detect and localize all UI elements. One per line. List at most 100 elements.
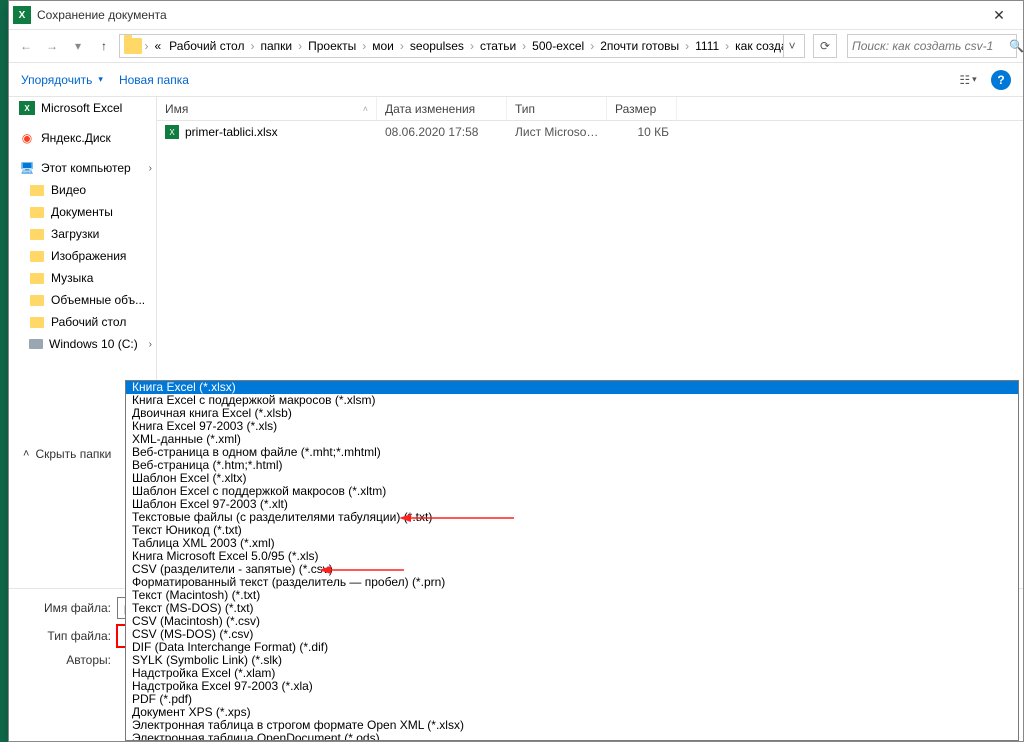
forward-button[interactable]: → — [41, 35, 63, 57]
chevron-right-icon: › — [360, 39, 368, 53]
sidebar-item-label: Музыка — [51, 271, 93, 285]
breadcrumb-segment[interactable]: как создать csv-1 — [731, 39, 783, 53]
authors-label: Авторы: — [9, 653, 117, 667]
folder-icon — [124, 38, 142, 54]
breadcrumb-segment[interactable]: seopulses — [406, 39, 468, 53]
filetype-option[interactable]: Книга Excel 97-2003 (*.xls) — [126, 420, 1018, 433]
sidebar-item[interactable]: 🖥 Этот компьютер › — [9, 157, 156, 179]
file-row[interactable]: Xprimer-tablici.xlsx 08.06.2020 17:58Лист… — [157, 121, 1023, 143]
filetype-option[interactable]: CSV (Macintosh) (*.csv) — [126, 615, 1018, 628]
excel-app-icon: X — [13, 6, 31, 24]
sidebar-item[interactable]: Музыка — [9, 267, 156, 289]
up-button[interactable]: ↑ — [93, 35, 115, 57]
excel-icon: X — [19, 101, 35, 115]
search-input[interactable] — [852, 39, 1009, 53]
breadcrumb[interactable]: › « Рабочий стол›папки›Проекты›мои›seopu… — [119, 34, 805, 58]
xlsx-icon: X — [165, 125, 179, 139]
chevron-right-icon: › — [142, 39, 150, 53]
filename-label: Имя файла: — [9, 601, 117, 615]
filetype-option[interactable]: Текст (Macintosh) (*.txt) — [126, 589, 1018, 602]
file-name: primer-tablici.xlsx — [185, 125, 278, 139]
sidebar-item[interactable]: X Microsoft Excel — [9, 97, 156, 119]
sidebar-item-label: Загрузки — [51, 227, 99, 241]
back-button[interactable]: ← — [15, 35, 37, 57]
breadcrumb-segment[interactable]: папки — [256, 39, 296, 53]
sidebar-item[interactable]: Windows 10 (C:) › — [9, 333, 156, 355]
breadcrumb-segment[interactable]: Проекты — [304, 39, 360, 53]
view-mode-button[interactable]: ☷ — [955, 69, 981, 91]
filetype-option[interactable]: Текстовые файлы (с разделителями табуляц… — [126, 511, 1018, 524]
breadcrumb-dropdown[interactable]: ˅ — [783, 35, 800, 57]
col-name[interactable]: Имя˄ — [157, 97, 377, 120]
breadcrumb-segment[interactable]: 500-excel — [528, 39, 588, 53]
col-size[interactable]: Размер — [607, 97, 677, 120]
file-type: Лист Microsoft Ex... — [507, 125, 607, 139]
sidebar-item[interactable]: Загрузки — [9, 223, 156, 245]
chevron-right-icon: › — [588, 39, 596, 53]
fold-icon — [29, 315, 45, 329]
chevron-right-icon: › — [248, 39, 256, 53]
file-size: 10 КБ — [607, 125, 677, 139]
chevron-right-icon: › — [398, 39, 406, 53]
help-button[interactable]: ? — [991, 70, 1011, 90]
sidebar-item-label: Объемные объ... — [51, 293, 145, 307]
hide-folders-button[interactable]: Скрыть папки — [23, 447, 111, 461]
filetype-option[interactable]: Электронная таблица OpenDocument (*.ods) — [126, 732, 1018, 741]
sidebar-item-label: Microsoft Excel — [41, 101, 122, 115]
fold-icon — [29, 227, 45, 241]
col-date[interactable]: Дата изменения — [377, 97, 507, 120]
breadcrumb-segment[interactable]: 1111 — [691, 39, 723, 53]
filetype-option[interactable]: PDF (*.pdf) — [126, 693, 1018, 706]
filetype-option[interactable]: Веб-страница (*.htm;*.html) — [126, 459, 1018, 472]
toolbar: Упорядочить Новая папка ☷ ? — [9, 63, 1023, 97]
sidebar-item-label: Видео — [51, 183, 86, 197]
breadcrumb-segment[interactable]: статьи — [476, 39, 520, 53]
sidebar-item-label: Рабочий стол — [51, 315, 126, 329]
sidebar-item[interactable]: Видео — [9, 179, 156, 201]
col-type[interactable]: Тип — [507, 97, 607, 120]
refresh-button[interactable]: ⟳ — [813, 34, 837, 58]
fold-icon — [29, 205, 45, 219]
close-button[interactable]: ✕ — [979, 1, 1019, 29]
sidebar-item-label: Яндекс.Диск — [41, 131, 111, 145]
fold-icon — [29, 183, 45, 197]
fold-icon — [29, 271, 45, 285]
new-folder-button[interactable]: Новая папка — [119, 73, 189, 87]
breadcrumb-overflow[interactable]: « — [150, 39, 165, 53]
titlebar: X Сохранение документа ✕ — [9, 1, 1023, 29]
search-icon: 🔍 — [1009, 39, 1024, 53]
sidebar-item-label: Этот компьютер — [41, 161, 131, 175]
sidebar-item-label: Windows 10 (C:) — [49, 337, 138, 351]
pc-icon: 🖥 — [19, 161, 35, 175]
sidebar-item[interactable]: Объемные объ... — [9, 289, 156, 311]
sidebar-item[interactable]: Рабочий стол — [9, 311, 156, 333]
sidebar-item-label: Документы — [51, 205, 113, 219]
filetype-label: Тип файла: — [9, 629, 117, 643]
drive-icon — [29, 339, 43, 349]
file-date: 08.06.2020 17:58 — [377, 125, 507, 139]
chevron-right-icon: › — [723, 39, 731, 53]
breadcrumb-segment[interactable]: 2почти готовы — [596, 39, 683, 53]
sidebar-item[interactable]: Документы — [9, 201, 156, 223]
column-headers: Имя˄ Дата изменения Тип Размер — [157, 97, 1023, 121]
fold-icon — [29, 249, 45, 263]
expand-icon[interactable]: › — [149, 339, 152, 350]
sidebar-item[interactable]: ◉ Яндекс.Диск — [9, 127, 156, 149]
save-dialog: X Сохранение документа ✕ ← → ▾ ↑ › « Раб… — [8, 0, 1024, 742]
breadcrumb-segment[interactable]: мои — [368, 39, 398, 53]
sidebar-item[interactable]: Изображения — [9, 245, 156, 267]
chevron-right-icon: › — [296, 39, 304, 53]
sidebar-item-label: Изображения — [51, 249, 126, 263]
organize-button[interactable]: Упорядочить — [21, 73, 103, 87]
breadcrumb-segment[interactable]: Рабочий стол — [165, 39, 248, 53]
expand-icon[interactable]: › — [149, 163, 152, 174]
chevron-right-icon: › — [520, 39, 528, 53]
filetype-option[interactable]: Надстройка Excel 97-2003 (*.xla) — [126, 680, 1018, 693]
window-title: Сохранение документа — [37, 8, 979, 22]
chevron-right-icon: › — [683, 39, 691, 53]
fold-icon — [29, 293, 45, 307]
yadisk-icon: ◉ — [19, 131, 35, 145]
filetype-dropdown[interactable]: Книга Excel (*.xlsx)Книга Excel с поддер… — [125, 380, 1019, 741]
recent-button[interactable]: ▾ — [67, 35, 89, 57]
search-box[interactable]: 🔍 — [847, 34, 1017, 58]
